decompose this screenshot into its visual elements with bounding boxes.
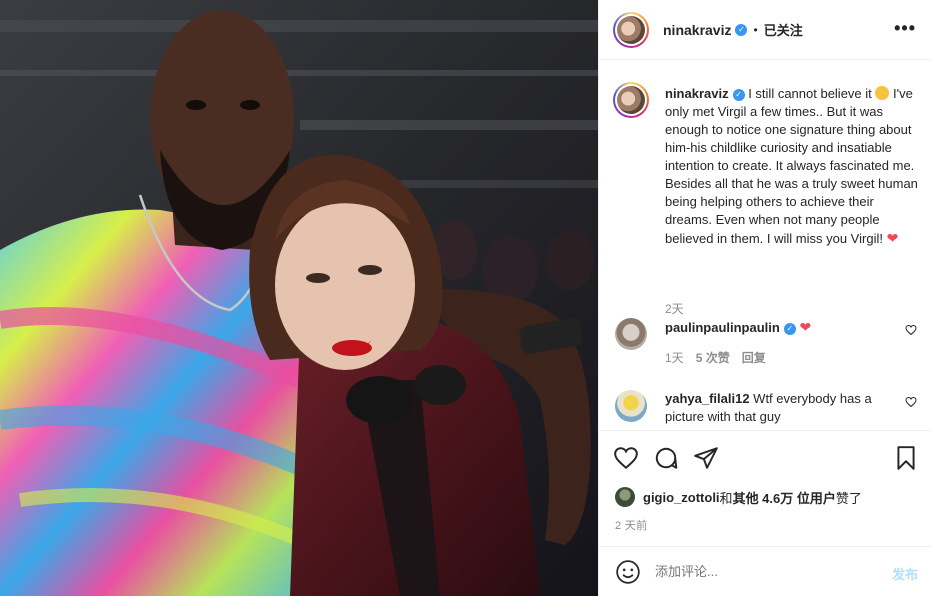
likes-count[interactable]: 其他 4.6万 位用户	[733, 488, 836, 507]
comment-username[interactable]: paulinpaulinpaulin	[665, 320, 780, 335]
red-heart-emoji-icon: ❤	[799, 319, 812, 335]
comment-likes[interactable]: 5 次赞	[696, 351, 730, 365]
comments-list[interactable]: ninakraviz ✓ I still cannot believe it I'…	[599, 60, 931, 430]
publish-button[interactable]: 发布	[892, 564, 918, 583]
verified-badge-icon: ✓	[783, 322, 796, 335]
heart-icon[interactable]	[613, 445, 639, 471]
comment-avatar[interactable]	[615, 390, 647, 422]
post-photo-image	[0, 0, 598, 596]
reply-button[interactable]: 回复	[742, 351, 766, 365]
post-timestamp[interactable]: 2 天前	[615, 517, 647, 533]
comment-meta: 1天 5 次赞 回复	[665, 349, 778, 366]
smiley-icon[interactable]	[615, 559, 641, 585]
caption-body-2: I've only met Virgil a few times.. But i…	[665, 86, 918, 246]
comment-like-heart-icon[interactable]	[905, 324, 917, 336]
comment-input[interactable]	[655, 564, 875, 579]
following-button[interactable]: 已关注	[764, 20, 803, 39]
post-header: ninakraviz ✓ • 已关注 •••	[599, 0, 931, 60]
verified-badge-icon: ✓	[732, 88, 745, 101]
sad-face-emoji-icon	[875, 86, 890, 100]
post-photo[interactable]	[0, 0, 598, 596]
paper-plane-icon[interactable]	[693, 445, 719, 471]
liker-username[interactable]: gigio_zottoli	[643, 490, 720, 505]
comment-text: paulinpaulinpaulin ✓ ❤	[665, 318, 887, 337]
verified-badge-icon: ✓	[735, 23, 748, 36]
red-heart-emoji-icon: ❤	[886, 230, 899, 246]
caption-body-1: I still cannot believe it	[744, 86, 876, 101]
comment-time[interactable]: 1天	[665, 351, 684, 365]
separator-dot: •	[753, 22, 758, 37]
author-avatar-image	[617, 15, 645, 44]
caption-text: ninakraviz ✓ I still cannot believe it I'…	[665, 85, 919, 248]
caption-username[interactable]: ninakraviz	[665, 86, 729, 101]
author-avatar[interactable]	[613, 11, 649, 48]
author-username[interactable]: ninakraviz	[663, 22, 731, 38]
comment-bubble-icon[interactable]	[653, 445, 679, 471]
bookmark-icon[interactable]	[893, 445, 919, 471]
likes-summary: gigio_zottoli 和 其他 4.6万 位用户 赞了	[615, 487, 862, 507]
caption-time[interactable]: 2天	[665, 300, 684, 317]
action-bar	[613, 445, 918, 473]
comment-text: yahya_filali12 Wtf everybody has a pictu…	[665, 391, 872, 424]
more-dots-icon[interactable]: •••	[894, 18, 916, 39]
caption-avatar[interactable]	[613, 82, 649, 118]
comment-avatar[interactable]	[615, 318, 647, 350]
add-comment-bar: 发布	[599, 546, 931, 596]
caption-avatar-image	[617, 86, 645, 114]
comment-username[interactable]: yahya_filali12	[665, 391, 750, 406]
instagram-post: ninakraviz ✓ • 已关注 ••• ninakraviz ✓ I sti…	[0, 0, 931, 596]
post-side-panel: ninakraviz ✓ • 已关注 ••• ninakraviz ✓ I sti…	[598, 0, 931, 596]
liker-avatar[interactable]	[615, 487, 635, 507]
comment-like-heart-icon[interactable]	[905, 396, 917, 408]
post-actions: gigio_zottoli 和 其他 4.6万 位用户 赞了 2 天前	[599, 430, 931, 546]
